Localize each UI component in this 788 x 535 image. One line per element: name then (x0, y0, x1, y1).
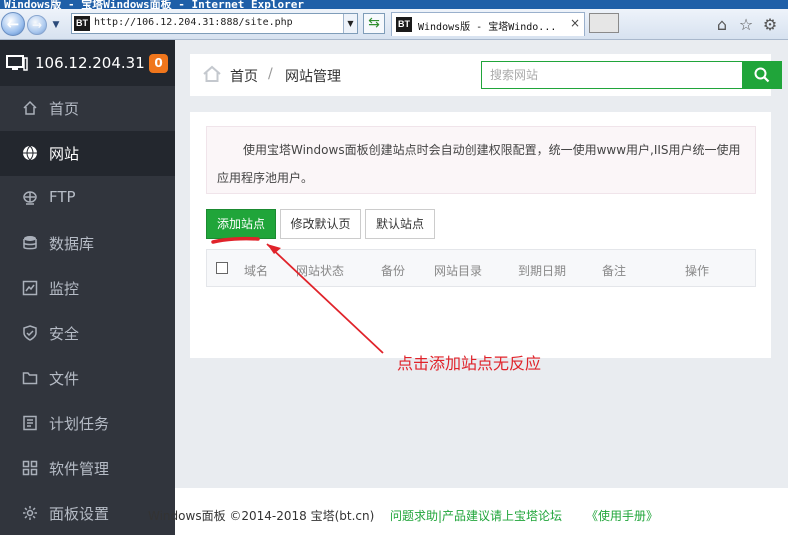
breadcrumb-current: 网站管理 (285, 69, 341, 85)
sidebar-item-label: 网站 (49, 145, 80, 163)
globe-icon (23, 145, 37, 161)
back-button[interactable]: ← (1, 12, 25, 36)
search-field[interactable] (481, 61, 743, 89)
add-site-button[interactable]: 添加站点 (206, 209, 276, 239)
ftp-icon (23, 191, 37, 205)
sidebar-header: 106.12.204.31 0 (0, 40, 175, 86)
notice-text: 使用宝塔Windows面板创建站点时会自动创建权限配置，统一使用www用户,II… (217, 143, 741, 185)
default-site-button[interactable]: 默认站点 (365, 209, 435, 239)
sidebar-item-label: 软件管理 (49, 460, 110, 478)
settings-gear-icon (23, 506, 37, 520)
server-ip: 106.12.204.31 (35, 54, 145, 72)
column-header-directory[interactable]: 网站目录 (434, 262, 482, 279)
annotation-text: 点击添加站点无反应 (397, 354, 542, 373)
footer: Windows面板 ©2014-2018 宝塔(bt.cn) 问题求助|产品建议… (148, 488, 788, 535)
breadcrumb-separator: / (268, 66, 273, 82)
sidebar-item-cron[interactable]: 计划任务 (0, 401, 175, 446)
tab-title: Windows版 - 宝塔Windo... (418, 22, 557, 33)
user-manual-link[interactable]: 《使用手册》 (586, 507, 658, 524)
tab-close-icon[interactable]: × (570, 16, 580, 30)
server-monitor-icon (6, 55, 28, 71)
refresh-icon[interactable]: ⇆ (363, 13, 385, 34)
shield-icon (23, 325, 37, 341)
search-button[interactable] (742, 61, 782, 89)
tab-favicon: BT (396, 17, 412, 32)
column-header-expiry[interactable]: 到期日期 (518, 262, 566, 279)
sidebar-item-label: 数据库 (49, 235, 95, 253)
sidebar-item-label: 监控 (49, 280, 80, 298)
house-icon (203, 65, 221, 82)
sidebar-item-label: 面板设置 (49, 505, 110, 523)
sidebar-item-ftp[interactable]: FTP (0, 176, 175, 221)
apps-grid-icon (22, 460, 38, 476)
column-header-actions: 操作 (685, 264, 710, 278)
monitor-chart-icon (22, 280, 38, 296)
main-content: 首页 / 网站管理 使用宝塔Windows面板创建站点时会自动创建权限配置，统一… (148, 40, 788, 535)
column-header-remark[interactable]: 备注 (602, 262, 626, 279)
sidebar-item-security[interactable]: 安全 (0, 311, 175, 356)
column-header-status[interactable]: 网站状态 (296, 262, 344, 279)
address-url[interactable]: http://106.12.204.31:888/site.php (94, 17, 293, 28)
browser-toolbar: ← → ▼ BT http://106.12.204.31:888/site.p… (0, 9, 788, 40)
sidebar-item-label: 首页 (49, 100, 80, 118)
database-icon (23, 236, 37, 250)
column-header-backup[interactable]: 备份 (381, 262, 405, 279)
notice-box: 使用宝塔Windows面板创建站点时会自动创建权限配置，统一使用www用户,II… (206, 126, 756, 194)
browser-home-icon[interactable]: ⌂ (712, 15, 732, 35)
site-panel: 使用宝塔Windows面板创建站点时会自动创建权限配置，统一使用www用户,II… (190, 112, 771, 358)
site-table-header: 域名 网站状态 备份 网站目录 到期日期 备注 操作 (206, 249, 756, 287)
browser-tab[interactable]: BT Windows版 - 宝塔Windo... × (391, 12, 585, 36)
sidebar-item-website[interactable]: 网站 (0, 131, 175, 176)
sidebar-item-database[interactable]: 数据库 (0, 221, 175, 266)
edit-default-page-button[interactable]: 修改默认页 (280, 209, 361, 239)
column-header-domain[interactable]: 域名 (244, 262, 268, 279)
sidebar-item-label: 文件 (49, 370, 80, 388)
home-outline-icon (23, 100, 37, 115)
favorites-star-icon[interactable]: ☆ (736, 15, 756, 35)
address-bar[interactable]: BT http://106.12.204.31:888/site.php ▼ (71, 13, 358, 34)
forum-help-link[interactable]: 问题求助|产品建议请上宝塔论坛 (390, 507, 562, 524)
sidebar-item-label: FTP (49, 188, 76, 206)
breadcrumb: 首页 / 网站管理 (190, 54, 782, 96)
new-tab-button[interactable] (589, 13, 619, 33)
sidebar-item-label: 安全 (49, 325, 80, 343)
sidebar-item-label: 计划任务 (49, 415, 110, 433)
footer-copyright: Windows面板 ©2014-2018 宝塔(bt.cn) (148, 509, 375, 523)
folder-icon (22, 372, 38, 385)
sidebar-item-files[interactable]: 文件 (0, 356, 175, 401)
message-count-badge[interactable]: 0 (149, 54, 168, 73)
window-title: Windows版 - 宝塔Windows面板 - Internet Explor… (4, 0, 305, 9)
sidebar: 106.12.204.31 0 首页 网站 FTP 数据库 监控 安全 文件 计… (0, 40, 175, 535)
search-input[interactable] (482, 62, 742, 88)
tools-gear-icon[interactable]: ⚙ (760, 15, 780, 35)
select-all-checkbox[interactable] (216, 262, 228, 274)
window-title-bar: Windows版 - 宝塔Windows面板 - Internet Explor… (0, 0, 788, 9)
task-list-icon (23, 415, 37, 431)
sidebar-item-software[interactable]: 软件管理 (0, 446, 175, 491)
breadcrumb-home-link[interactable]: 首页 (230, 66, 258, 86)
forward-button[interactable]: → (27, 15, 47, 35)
sidebar-item-monitor[interactable]: 监控 (0, 266, 175, 311)
recent-pages-dropdown-icon[interactable]: ▼ (50, 19, 62, 31)
sidebar-item-home[interactable]: 首页 (0, 86, 175, 131)
site-favicon: BT (74, 16, 90, 31)
search-icon (754, 67, 770, 83)
address-dropdown-icon[interactable]: ▼ (343, 14, 357, 33)
